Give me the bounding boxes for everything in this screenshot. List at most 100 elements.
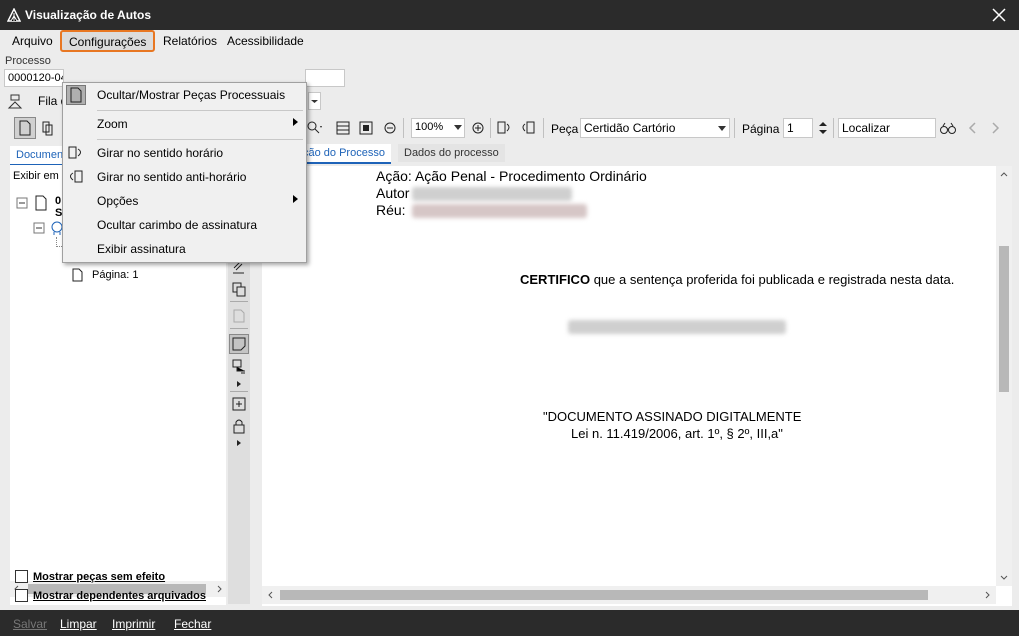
- copy-pieces-icon[interactable]: [39, 119, 57, 137]
- toolbar-separator: [230, 328, 248, 329]
- toolbar-separator: [734, 118, 735, 138]
- tree-page-item[interactable]: Página: 1: [92, 269, 138, 281]
- document-icon: [19, 120, 31, 136]
- clear-button[interactable]: Limpar: [60, 617, 97, 631]
- toolbar-separator: [403, 118, 404, 138]
- menu-item-label: Zoom: [97, 117, 128, 131]
- lock-icon[interactable]: [230, 417, 248, 435]
- menu-configuracoes[interactable]: Configurações: [60, 30, 156, 52]
- filter-select[interactable]: Exibir em: [10, 168, 65, 188]
- queue-icon: [7, 94, 23, 109]
- redacted-date: [568, 320, 786, 334]
- scrollbar-thumb[interactable]: [999, 246, 1009, 392]
- zoom-in-icon[interactable]: [469, 119, 487, 137]
- main-window: Arquivo Configurações Relatórios Acessib…: [0, 30, 1019, 610]
- chevron-down-icon[interactable]: [999, 572, 1009, 582]
- list-options-icon[interactable]: [230, 358, 248, 376]
- chevron-right-icon[interactable]: [982, 590, 992, 600]
- menu-item-toggle-pieces[interactable]: Ocultar/Mostrar Peças Processuais: [63, 84, 306, 107]
- process-label: Processo: [5, 55, 51, 67]
- zoom-tool-icon[interactable]: [305, 119, 323, 137]
- show-ineffective-checkbox[interactable]: [15, 570, 28, 583]
- chevron-right-icon[interactable]: [214, 584, 224, 594]
- document-viewer: Ação: Ação Penal - Procedimento Ordinári…: [262, 166, 1012, 606]
- process-extra-field[interactable]: [305, 69, 345, 87]
- chevron-left-icon[interactable]: [266, 590, 276, 600]
- autor-label: Autor: [376, 185, 410, 201]
- menu-acessibilidade[interactable]: Acessibilidade: [227, 34, 304, 48]
- menu-item-label: Girar no sentido horário: [97, 146, 224, 160]
- toolbar-separator: [230, 301, 248, 302]
- pagina-input[interactable]: 1: [783, 118, 813, 138]
- menu-arquivo[interactable]: Arquivo: [12, 34, 53, 48]
- show-archived-checkbox[interactable]: [15, 589, 28, 602]
- menu-item-hide-signature-stamp[interactable]: Ocultar carimbo de assinatura: [63, 214, 306, 237]
- acao-line: Ação: Ação Penal - Procedimento Ordinári…: [376, 168, 647, 184]
- fit-page-icon[interactable]: [357, 119, 375, 137]
- redacted-autor: [412, 187, 572, 201]
- fit-width-icon[interactable]: [334, 119, 352, 137]
- show-ineffective-label: Mostrar peças sem efeito: [33, 571, 166, 583]
- redacted-reu: [412, 204, 587, 218]
- close-button[interactable]: Fechar: [174, 617, 211, 631]
- toolbar-separator: [230, 391, 248, 392]
- certifico-paragraph: CERTIFICO que a sentença proferida foi p…: [520, 272, 954, 287]
- print-button[interactable]: Imprimir: [112, 617, 155, 631]
- menu-item-options[interactable]: Opções: [63, 190, 306, 213]
- signed-line-1: "DOCUMENTO ASSINADO DIGITALMENTE: [543, 409, 802, 424]
- show-pieces-toggle[interactable]: [14, 117, 36, 139]
- edit-disabled-icon[interactable]: [230, 307, 248, 325]
- menu-item-rotate-counterclockwise[interactable]: Girar no sentido anti-horário: [63, 166, 306, 189]
- menu-item-label: Girar no sentido anti-horário: [97, 170, 247, 184]
- rotate-clockwise-icon[interactable]: [495, 119, 513, 137]
- acao-label: Ação:: [376, 168, 412, 184]
- menu-relatorios[interactable]: Relatórios: [163, 34, 217, 48]
- note-toggle[interactable]: [229, 334, 249, 354]
- document-icon: [70, 87, 82, 103]
- submenu-arrow-icon: [293, 118, 298, 126]
- chevron-left-icon[interactable]: [964, 119, 982, 137]
- menu-item-show-signature[interactable]: Exibir assinatura: [63, 238, 306, 261]
- chevron-down-icon: [454, 125, 462, 130]
- collapse-icon[interactable]: [33, 222, 45, 234]
- menu-separator: [97, 139, 303, 140]
- peca-select[interactable]: Certidão Cartório: [580, 118, 730, 138]
- zoom-select[interactable]: 100%: [411, 118, 465, 138]
- process-number-field[interactable]: 0000120-04: [4, 69, 64, 87]
- horizontal-scrollbar[interactable]: [262, 586, 996, 604]
- vertical-scrollbar[interactable]: [996, 166, 1012, 586]
- close-icon[interactable]: [979, 0, 1019, 30]
- app-logo-icon: [7, 8, 21, 22]
- tree-item-title[interactable]: 0: [55, 195, 61, 207]
- rotate-counterclockwise-icon[interactable]: [519, 119, 537, 137]
- binoculars-icon[interactable]: [939, 119, 957, 137]
- tab-documentos[interactable]: Documen: [10, 146, 65, 166]
- collapse-icon[interactable]: [16, 197, 28, 209]
- save-button[interactable]: Salvar: [13, 617, 47, 631]
- tab-dados-processo[interactable]: Dados do processo: [398, 144, 505, 162]
- menu-item-rotate-clockwise[interactable]: Girar no sentido horário: [63, 142, 306, 165]
- submenu-arrow-icon: [293, 195, 298, 203]
- menu-item-label: Ocultar/Mostrar Peças Processuais: [97, 88, 286, 102]
- tab-visualizacao-processo[interactable]: ção do Processo: [297, 144, 391, 164]
- zoom-out-icon[interactable]: [381, 119, 399, 137]
- search-input[interactable]: Localizar: [838, 118, 936, 138]
- zoom-value: 100%: [415, 121, 444, 133]
- page-icon: [72, 268, 83, 282]
- add-page-icon[interactable]: [230, 395, 248, 413]
- menu-item-label: Ocultar carimbo de assinatura: [97, 218, 258, 232]
- note-icon: [232, 337, 246, 351]
- page-spinner-icon[interactable]: [817, 119, 829, 137]
- chevron-right-icon[interactable]: [986, 119, 1004, 137]
- chevron-up-icon[interactable]: [999, 170, 1009, 180]
- expand-icon[interactable]: [235, 380, 243, 388]
- reu-label: Réu:: [376, 202, 406, 218]
- menu-separator: [97, 110, 303, 111]
- expand-icon[interactable]: [235, 439, 243, 447]
- signed-line-2: Lei n. 11.419/2006, art. 1º, § 2º, III,a…: [571, 426, 783, 441]
- queue-dropdown[interactable]: [308, 92, 321, 110]
- copy-icon[interactable]: [230, 280, 248, 298]
- menu-item-zoom[interactable]: Zoom: [63, 113, 306, 136]
- scrollbar-thumb[interactable]: [280, 590, 928, 600]
- certifico-bold: CERTIFICO: [520, 272, 591, 287]
